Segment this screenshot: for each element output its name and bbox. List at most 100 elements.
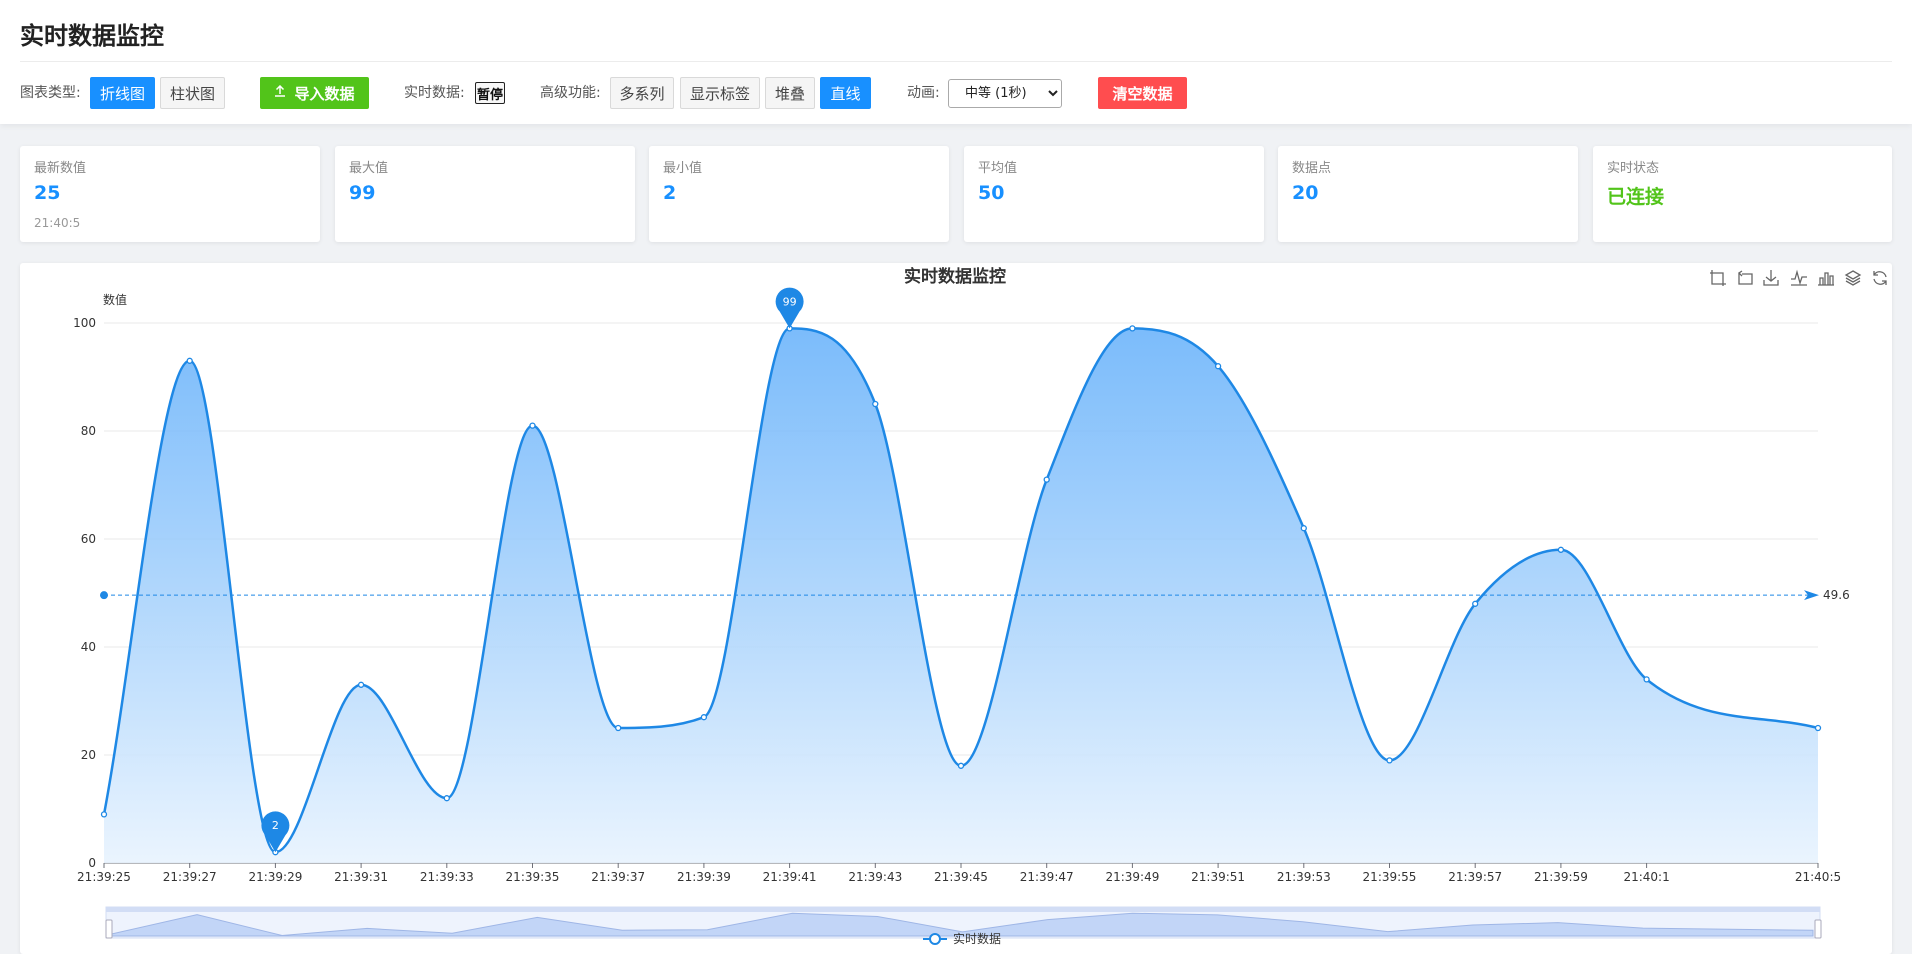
stat-timestamp: 21:40:5	[34, 216, 81, 230]
x-tick-label: 21:39:55	[1363, 870, 1417, 884]
animation-select[interactable]: 中等 (1秒)	[948, 79, 1062, 108]
data-point[interactable]	[615, 724, 622, 732]
x-tick-label: 21:40:5	[1795, 870, 1841, 884]
stack-button[interactable]: 堆叠	[765, 77, 815, 109]
multi-series-button[interactable]: 多系列	[610, 77, 674, 109]
status-value: 已连接	[1607, 186, 1665, 208]
data-point[interactable]	[957, 762, 965, 769]
data-point[interactable]	[186, 357, 193, 364]
advanced-label: 高级功能:	[540, 85, 601, 101]
stat-label: 数据点	[1292, 161, 1332, 176]
x-tick-label: 21:39:39	[677, 870, 731, 884]
y-axis-label: 数值	[103, 292, 127, 307]
legend[interactable]: 实时数据	[923, 931, 1001, 946]
x-tick-label: 21:39:29	[248, 870, 302, 884]
data-point[interactable]	[1557, 546, 1565, 553]
chart-type-label: 图表类型:	[20, 85, 81, 101]
clear-data-button[interactable]: 清空数据	[1098, 77, 1187, 109]
x-tick-label: 21:40:1	[1623, 870, 1669, 884]
slider-left-handle[interactable]	[105, 919, 113, 939]
animation-label: 动画:	[907, 85, 940, 101]
stat-value: 99	[349, 182, 376, 204]
stat-label: 实时状态	[1607, 161, 1660, 176]
chart-title: 实时数据监控	[904, 266, 1006, 287]
x-tick-label: 21:39:25	[77, 870, 131, 884]
chart-svg: 实时数据监控 数值 49.6 0 20 40 60 80 100 21:39:25 21:39…	[73, 266, 1889, 946]
line-switch-icon[interactable]	[1790, 269, 1808, 287]
header-divider	[20, 61, 1892, 62]
upload-icon	[274, 84, 286, 101]
x-tick-label: 21:39:49	[1105, 870, 1159, 884]
data-point[interactable]	[100, 811, 108, 818]
max-markpoint: 99	[775, 287, 804, 329]
stat-value: 25	[34, 182, 61, 204]
x-tick-label: 21:39:53	[1277, 870, 1331, 884]
realtime-label: 实时数据:	[404, 85, 465, 101]
x-tick-label: 21:39:43	[848, 870, 902, 884]
markpoint-label: 99	[783, 295, 797, 308]
average-line-label: 49.6	[1823, 588, 1850, 602]
y-tick-label: 80	[81, 424, 96, 438]
x-tick-label: 21:39:59	[1534, 870, 1588, 884]
stat-label: 最新数值	[34, 161, 87, 176]
import-data-label: 导入数据	[294, 84, 355, 103]
zoom-reset-icon[interactable]	[1736, 269, 1754, 287]
chart-panel: 实时数据监控 数值 49.6 0 20 40 60 80 100 21:39:25 21:39…	[20, 263, 1892, 954]
x-tick-label: 21:39:33	[420, 870, 474, 884]
legend-circle-symbol	[929, 933, 941, 945]
data-point[interactable]	[357, 681, 365, 688]
data-point[interactable]	[1643, 676, 1650, 683]
stat-value: 50	[978, 182, 1005, 204]
refresh-icon[interactable]	[1871, 269, 1889, 287]
x-tick-label: 21:39:41	[763, 870, 817, 884]
straight-line-button[interactable]: 直线	[820, 77, 871, 109]
y-tick-label: 40	[81, 640, 96, 654]
pause-button[interactable]: 暂停	[475, 82, 505, 104]
slider-right-handle[interactable]	[1814, 919, 1822, 939]
bar-switch-icon[interactable]	[1817, 269, 1835, 287]
data-point[interactable]	[1300, 525, 1307, 532]
x-tick-label: 21:39:45	[934, 870, 988, 884]
markpoint-label: 2	[272, 819, 279, 832]
data-point[interactable]	[529, 422, 536, 429]
data-point[interactable]	[443, 795, 450, 802]
stat-card-max: 最大值 99	[335, 146, 635, 242]
download-icon[interactable]	[1762, 269, 1780, 287]
x-tick-label: 21:39:35	[506, 870, 560, 884]
data-point[interactable]	[1814, 724, 1822, 732]
zoom-icon[interactable]	[1709, 269, 1727, 287]
chart-toolbox	[1709, 269, 1889, 287]
stat-card-count: 数据点 20	[1278, 146, 1578, 242]
stat-label: 最小值	[663, 161, 703, 176]
stat-value: 20	[1292, 182, 1319, 204]
y-tick-label: 100	[73, 316, 96, 330]
x-tick-label: 21:39:47	[1020, 870, 1074, 884]
legend-label: 实时数据	[953, 931, 1001, 946]
stat-value: 2	[663, 182, 677, 204]
show-labels-button[interactable]: 显示标签	[680, 77, 760, 109]
data-point[interactable]	[700, 714, 708, 721]
stat-card-average: 平均值 50	[964, 146, 1264, 242]
x-tick-label: 21:39:57	[1448, 870, 1502, 884]
stack-icon[interactable]	[1844, 269, 1862, 287]
stat-label: 最大值	[349, 161, 389, 176]
stat-label: 平均值	[978, 161, 1018, 176]
data-point[interactable]	[1386, 757, 1393, 764]
bar-chart-button[interactable]: 柱状图	[160, 77, 225, 109]
data-point[interactable]	[872, 400, 879, 408]
page-title: 实时数据监控	[20, 22, 164, 50]
x-tick-label: 21:39:37	[591, 870, 645, 884]
data-point[interactable]	[1214, 363, 1222, 370]
data-point[interactable]	[1043, 476, 1050, 483]
y-tick-label: 60	[81, 532, 96, 546]
line-chart-button[interactable]: 折线图	[90, 77, 155, 109]
stat-card-status: 实时状态 已连接	[1593, 146, 1892, 242]
data-point[interactable]	[1472, 600, 1479, 607]
x-tick-label: 21:39:31	[334, 870, 388, 884]
data-point[interactable]	[1129, 325, 1136, 332]
y-tick-label: 20	[81, 748, 96, 762]
stat-card-min: 最小值 2	[649, 146, 949, 242]
area-layer	[102, 327, 1819, 863]
import-data-button[interactable]: 导入数据	[260, 77, 369, 109]
x-tick-label: 21:39:27	[163, 870, 217, 884]
